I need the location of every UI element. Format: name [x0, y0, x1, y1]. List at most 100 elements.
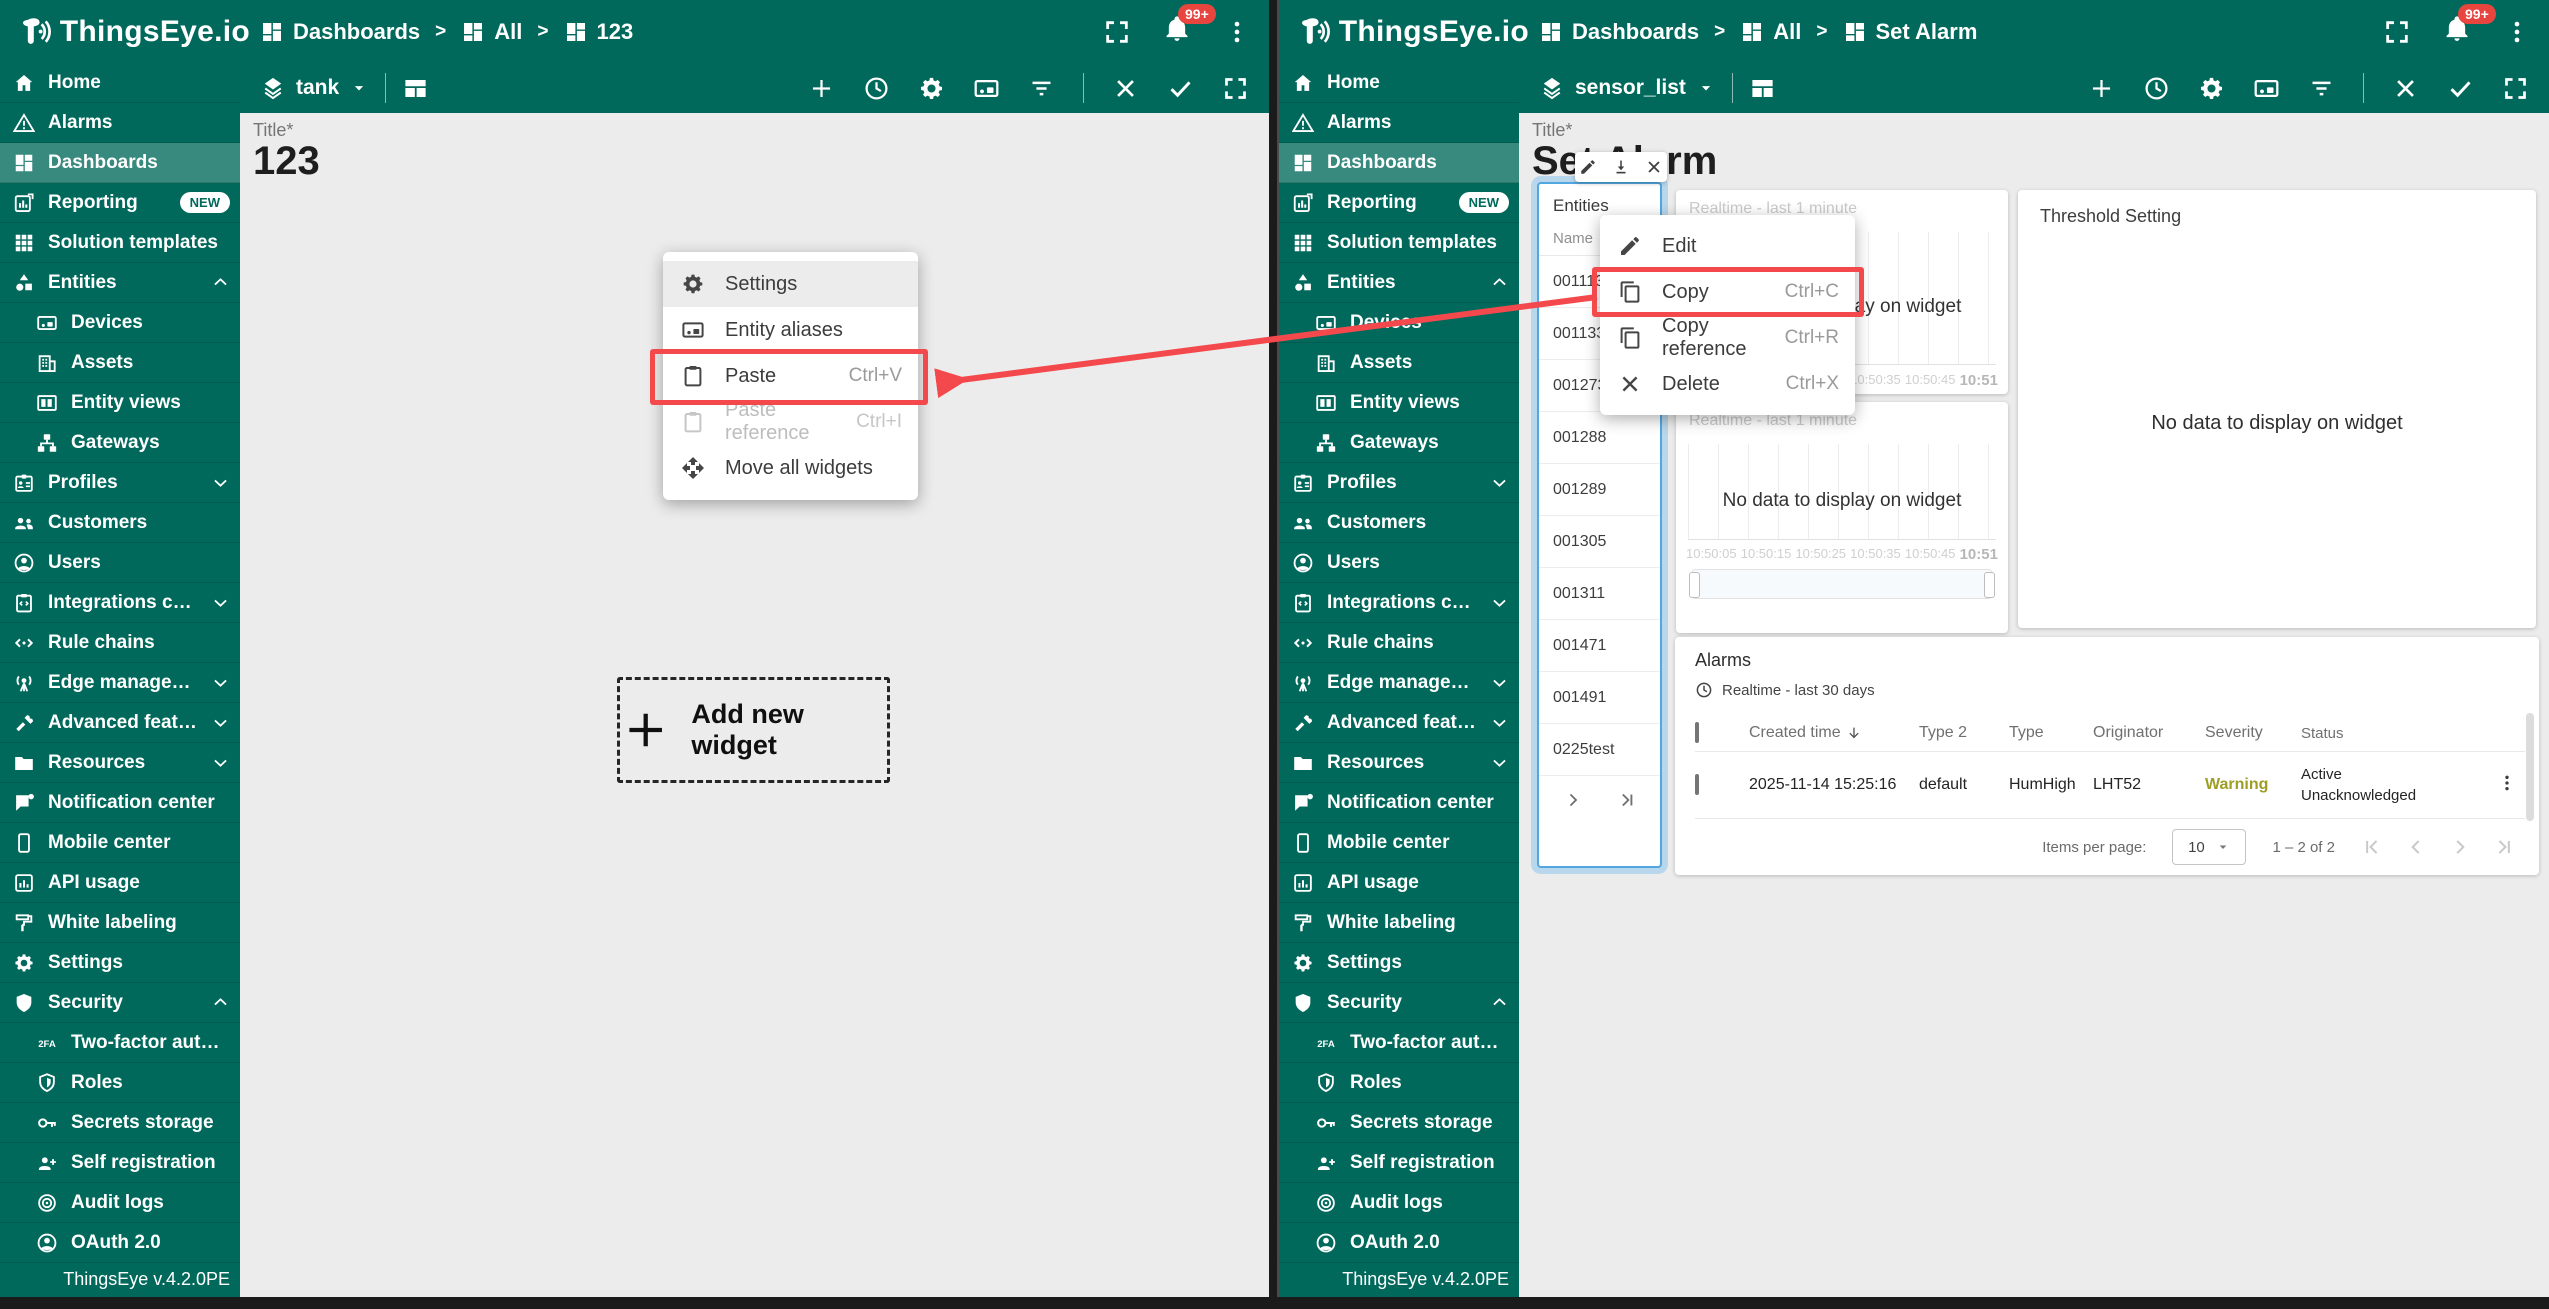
breadcrumb-item-set-alarm[interactable]: Set Alarm — [1843, 19, 1978, 45]
sidebar-item-white-labeling[interactable]: White labeling — [1279, 903, 1519, 943]
breadcrumb-item-all[interactable]: All — [461, 19, 522, 45]
entity-row-001305[interactable]: 001305 — [1539, 516, 1660, 568]
entity-row-001288[interactable]: 001288 — [1539, 412, 1660, 464]
last-page-icon[interactable] — [1617, 790, 1637, 810]
next-page-icon[interactable] — [1563, 790, 1583, 810]
sidebar-item-gateways[interactable]: Gateways — [1279, 423, 1519, 463]
sidebar-item-api-usage[interactable]: API usage — [1279, 863, 1519, 903]
more-menu-icon[interactable] — [2503, 18, 2531, 46]
entity-aliases-icon[interactable] — [973, 75, 1000, 102]
cancel-edit-icon[interactable] — [2392, 75, 2419, 102]
add-new-widget-button[interactable]: Add new widget — [617, 677, 890, 783]
sidebar-item-alarms[interactable]: Alarms — [1279, 103, 1519, 143]
timeseries-widget-bottom[interactable]: Realtime - last 1 minute No data to disp… — [1676, 402, 2008, 633]
sidebar-item-settings[interactable]: Settings — [1279, 943, 1519, 983]
sidebar-item-gateways[interactable]: Gateways — [0, 423, 240, 463]
sidebar-item-customers[interactable]: Customers — [0, 503, 240, 543]
manage-layouts-icon[interactable] — [402, 75, 429, 102]
sidebar-item-advanced-features[interactable]: Advanced features — [0, 703, 240, 743]
column-type[interactable]: Type — [2009, 724, 2093, 742]
dashboard-settings-icon[interactable] — [918, 75, 945, 102]
sidebar-item-users[interactable]: Users — [0, 543, 240, 583]
prev-page-icon[interactable] — [2405, 836, 2427, 858]
sidebar-item-audit-logs[interactable]: Audit logs — [1279, 1183, 1519, 1223]
alarm-table-row[interactable]: 2025-11-14 15:25:16 default HumHigh LHT5… — [1695, 751, 2525, 819]
sidebar-item-two-factor-authentication[interactable]: 2FATwo-factor authentication — [1279, 1023, 1519, 1063]
sidebar-item-edge-management[interactable]: Edge management — [1279, 663, 1519, 703]
add-widget-icon[interactable] — [808, 75, 835, 102]
first-page-icon[interactable] — [2361, 836, 2383, 858]
column-severity[interactable]: Severity — [2205, 724, 2301, 742]
sidebar-item-oauth-2-0[interactable]: OAuth 2.0 — [1279, 1223, 1519, 1263]
export-widget-icon[interactable] — [1612, 158, 1630, 176]
sidebar-item-rule-chains[interactable]: Rule chains — [1279, 623, 1519, 663]
menu-item-copy-reference[interactable]: Copy referenceCtrl+R — [1600, 315, 1855, 361]
sidebar-item-api-usage[interactable]: API usage — [0, 863, 240, 903]
entity-row-001311[interactable]: 001311 — [1539, 568, 1660, 620]
filter-icon[interactable] — [1028, 75, 1055, 102]
dashboard-state-selector[interactable]: tank — [260, 75, 369, 101]
sidebar-item-devices[interactable]: Devices — [1279, 303, 1519, 343]
menu-item-edit[interactable]: Edit — [1600, 223, 1855, 269]
table-scrollbar[interactable] — [2526, 713, 2534, 821]
more-menu-icon[interactable] — [1223, 18, 1251, 46]
menu-item-copy[interactable]: CopyCtrl+C — [1600, 269, 1855, 315]
dashboard-settings-icon[interactable] — [2198, 75, 2225, 102]
sidebar-item-profiles[interactable]: Profiles — [1279, 463, 1519, 503]
fullscreen-icon[interactable] — [1103, 18, 1131, 46]
sidebar-item-customers[interactable]: Customers — [1279, 503, 1519, 543]
entity-row-0225test[interactable]: 0225test — [1539, 724, 1660, 776]
menu-item-delete[interactable]: DeleteCtrl+X — [1600, 361, 1855, 407]
sidebar-item-roles[interactable]: Roles — [0, 1063, 240, 1103]
sidebar-item-secrets-storage[interactable]: Secrets storage — [0, 1103, 240, 1143]
sidebar-item-home[interactable]: Home — [0, 63, 240, 103]
toolbar-fullscreen-icon[interactable] — [1222, 75, 1249, 102]
time-window-icon[interactable] — [863, 75, 890, 102]
sidebar-item-solution-templates[interactable]: Solution templates — [0, 223, 240, 263]
breadcrumb-item-dashboards[interactable]: Dashboards — [1539, 19, 1699, 45]
sidebar-item-profiles[interactable]: Profiles — [0, 463, 240, 503]
brand-logo[interactable]: ThingsEye.io — [18, 12, 250, 52]
sidebar-item-entities[interactable]: Entities — [0, 263, 240, 303]
sidebar-item-integrations-center[interactable]: Integrations center — [1279, 583, 1519, 623]
row-checkbox[interactable] — [1695, 774, 1699, 795]
sidebar-item-entity-views[interactable]: Entity views — [1279, 383, 1519, 423]
sidebar-item-dashboards[interactable]: Dashboards — [1279, 143, 1519, 183]
entity-row-001491[interactable]: 001491 — [1539, 672, 1660, 724]
sidebar-item-alarms[interactable]: Alarms — [0, 103, 240, 143]
breadcrumb-item-123[interactable]: 123 — [564, 19, 634, 45]
page-size-select[interactable]: 10 — [2172, 829, 2246, 865]
time-range-slider[interactable] — [1692, 569, 1992, 599]
dashboard-state-selector[interactable]: sensor_list — [1539, 75, 1716, 101]
sidebar-item-reporting[interactable]: ReportingNEW — [0, 183, 240, 223]
entity-aliases-icon[interactable] — [2253, 75, 2280, 102]
sidebar-item-secrets-storage[interactable]: Secrets storage — [1279, 1103, 1519, 1143]
sidebar-item-two-factor-authentication[interactable]: 2FATwo-factor authentication — [0, 1023, 240, 1063]
remove-widget-icon[interactable] — [1645, 158, 1663, 176]
menu-item-move-all-widgets[interactable]: Move all widgets — [663, 445, 918, 491]
column-status[interactable]: Status — [2301, 723, 2433, 744]
alarms-timewindow[interactable]: Realtime - last 30 days — [1695, 681, 1875, 699]
fullscreen-icon[interactable] — [2383, 18, 2411, 46]
time-window-icon[interactable] — [2143, 75, 2170, 102]
sidebar-item-audit-logs[interactable]: Audit logs — [0, 1183, 240, 1223]
sidebar-item-self-registration[interactable]: Self registration — [1279, 1143, 1519, 1183]
sidebar-item-entities[interactable]: Entities — [1279, 263, 1519, 303]
menu-item-entity-aliases[interactable]: Entity aliases — [663, 307, 918, 353]
sidebar-item-dashboards[interactable]: Dashboards — [0, 143, 240, 183]
threshold-setting-widget[interactable]: Threshold Setting No data to display on … — [2018, 190, 2536, 628]
sidebar-item-roles[interactable]: Roles — [1279, 1063, 1519, 1103]
breadcrumb-item-dashboards[interactable]: Dashboards — [260, 19, 420, 45]
menu-item-settings[interactable]: Settings — [663, 261, 918, 307]
next-page-icon[interactable] — [2449, 836, 2471, 858]
apply-changes-icon[interactable] — [1167, 75, 1194, 102]
sidebar-item-resources[interactable]: Resources — [0, 743, 240, 783]
sidebar-item-assets[interactable]: Assets — [1279, 343, 1519, 383]
sidebar-item-entity-views[interactable]: Entity views — [0, 383, 240, 423]
sidebar-item-self-registration[interactable]: Self registration — [0, 1143, 240, 1183]
sidebar-item-security[interactable]: Security — [0, 983, 240, 1023]
column-type2[interactable]: Type 2 — [1919, 724, 2009, 742]
manage-layouts-icon[interactable] — [1749, 75, 1776, 102]
breadcrumb-item-all[interactable]: All — [1740, 19, 1801, 45]
brand-logo[interactable]: ThingsEye.io — [1297, 12, 1529, 52]
